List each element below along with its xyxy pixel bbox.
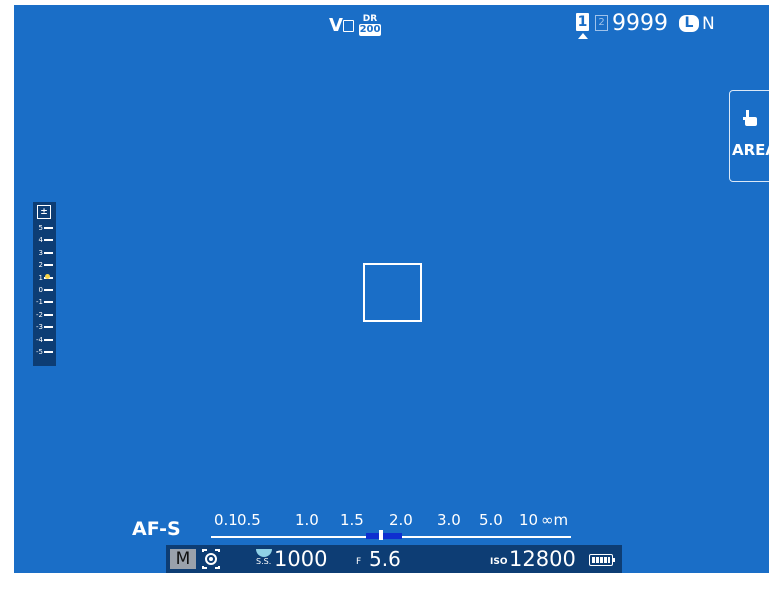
- ev-tick: -5: [34, 346, 56, 358]
- focus-mode: AF-S: [132, 518, 181, 540]
- distance-label: 0.1: [214, 511, 238, 529]
- distance-label: 5.0: [479, 511, 503, 529]
- ev-tick: -4: [34, 334, 56, 346]
- ev-tick: 5: [34, 222, 56, 234]
- ev-tick-label: -5: [36, 348, 43, 356]
- card-slot-1-icon: 1: [576, 13, 589, 31]
- aperture-label: F: [356, 557, 362, 567]
- ev-tick-mark: [44, 301, 53, 304]
- distance-label: 0.5: [237, 511, 261, 529]
- iso-value: 12800: [509, 547, 576, 571]
- ev-tick-mark: [44, 313, 53, 316]
- ev-tick: -3: [34, 321, 56, 333]
- shutter-speed-label: S.S.: [256, 557, 272, 566]
- film-simulation-indicator: V DR 200: [329, 10, 399, 40]
- film-icon: [343, 20, 354, 32]
- dr-label: DR: [362, 14, 378, 24]
- distance-label: 10: [519, 511, 539, 529]
- ev-tick-mark: [44, 264, 53, 267]
- ev-tick: 4: [34, 234, 56, 246]
- exposure-marker: [45, 274, 50, 279]
- ev-tick-mark: [44, 227, 53, 229]
- ev-tick: -2: [34, 309, 56, 321]
- distance-label: 3.0: [437, 511, 461, 529]
- ev-tick: 3: [34, 247, 56, 259]
- ev-tick-label: -3: [36, 323, 43, 332]
- image-size-badge: L: [679, 15, 699, 32]
- active-slot-arrow-icon: [578, 33, 588, 39]
- multi-metering-icon: [202, 549, 220, 569]
- storage-status: 1 2 9999 L N: [566, 9, 769, 43]
- iso-label: ISO: [490, 557, 508, 567]
- ev-tick-label: -2: [36, 310, 43, 319]
- shutter-speed-icon: [256, 549, 272, 557]
- exposure-compensation-icon: ±: [37, 205, 51, 219]
- exposure-info-bar: M S.S. 1000 F 5.6 ISO 12800: [166, 545, 622, 573]
- ev-tick-label: 4: [38, 236, 43, 245]
- card-slot-2-icon: 2: [595, 15, 608, 31]
- dynamic-range-indicator: DR 200: [359, 14, 381, 38]
- area-touch-button[interactable]: AREA: [729, 90, 769, 182]
- touch-hand-icon: [743, 110, 757, 126]
- ev-tick-mark: [44, 338, 53, 341]
- ev-tick-label: 1: [38, 273, 43, 282]
- ev-tick: 2: [34, 259, 56, 271]
- ev-tick-mark: [44, 351, 53, 353]
- depth-of-field-range: [366, 533, 402, 539]
- focus-frame[interactable]: [363, 263, 422, 322]
- ev-tick-label: 3: [38, 248, 43, 257]
- shooting-mode: M: [170, 549, 196, 569]
- distance-label: ∞m: [541, 511, 569, 529]
- ev-tick: 0: [34, 284, 56, 296]
- dr-value: 200: [359, 24, 381, 36]
- ev-tick-mark: [44, 251, 53, 254]
- distance-label: 1.0: [295, 511, 319, 529]
- ev-tick-label: 5: [38, 224, 43, 232]
- shutter-speed: 1000: [274, 547, 328, 571]
- viewfinder-screen: V DR 200 1 2 9999 L N AREA ± 543210-1-2-…: [14, 5, 769, 573]
- ev-tick: -1: [34, 296, 56, 308]
- ev-tick-mark: [44, 326, 53, 329]
- ev-tick-label: 0: [38, 286, 43, 294]
- area-button-label: AREA: [732, 141, 769, 159]
- ev-tick-label: 2: [38, 261, 43, 270]
- focus-distance-scale: 0.1 0.5 1.0 1.5 2.0 3.0 5.0 10 ∞m: [211, 511, 571, 540]
- ev-tick-mark: [44, 289, 53, 291]
- focus-position-marker: [379, 530, 383, 540]
- frames-remaining: 9999: [612, 11, 668, 36]
- ev-tick-mark: [44, 239, 53, 242]
- image-quality: N: [702, 14, 715, 34]
- ev-tick-label: -1: [36, 298, 43, 307]
- exposure-scale: ± 5 4 3 2 1 0 -1 -2 -3 -4 -5: [33, 202, 56, 366]
- battery-full-icon: [589, 554, 615, 566]
- distance-label: 1.5: [340, 511, 364, 529]
- ev-tick-label: -4: [36, 335, 43, 344]
- aperture: 5.6: [369, 547, 401, 571]
- distance-label: 2.0: [389, 511, 413, 529]
